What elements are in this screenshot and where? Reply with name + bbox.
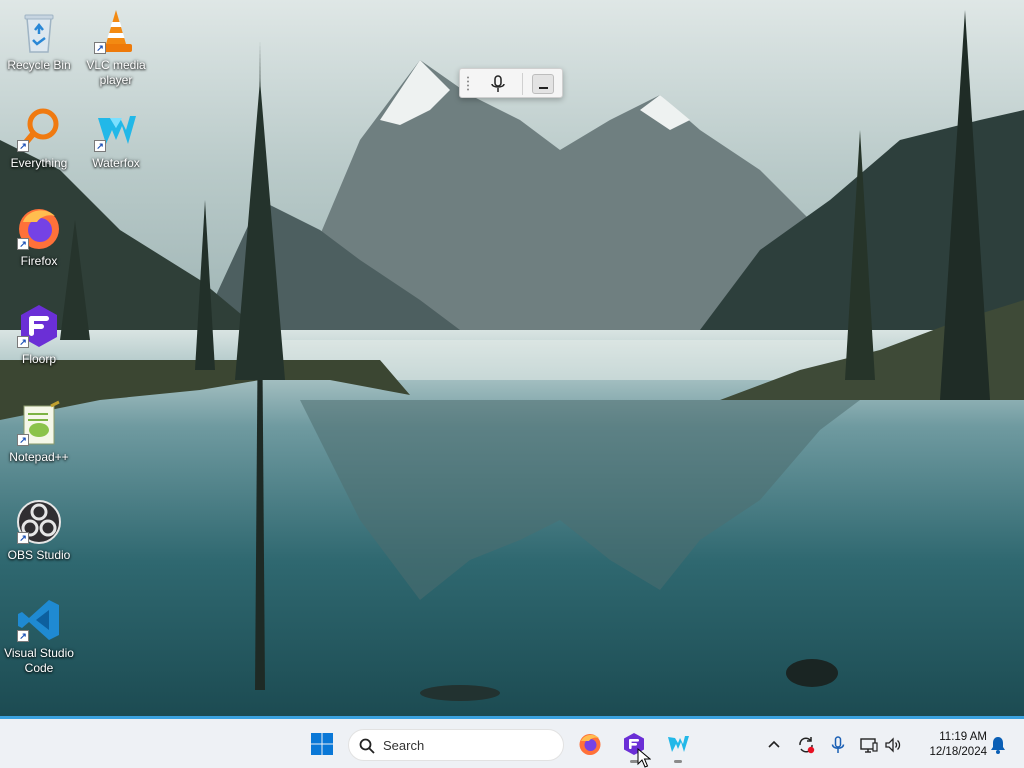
taskbar-app-firefox[interactable] (570, 724, 610, 764)
desktop[interactable]: Recycle Bin ↗ VLC media player ↗ Everyth… (0, 0, 1024, 716)
clock-time: 11:19 AM (939, 731, 987, 743)
waterfox-icon (668, 736, 689, 752)
voice-access-toolbar[interactable] (459, 68, 563, 98)
show-hidden-icons-button[interactable] (764, 735, 784, 755)
drag-grip-icon[interactable] (466, 76, 470, 92)
notification-center-button[interactable] (988, 735, 1008, 755)
shortcut-arrow-icon: ↗ (17, 336, 29, 348)
network-tray[interactable] (859, 735, 879, 755)
taskbar: Search 11:19 AM 12/18/2024 (0, 716, 1024, 768)
shortcut-arrow-icon: ↗ (94, 140, 106, 152)
network-icon (860, 738, 878, 753)
desktop-icon-vlc[interactable]: ↗ VLC media player (78, 8, 154, 88)
search-icon (359, 738, 375, 754)
microphone-icon (831, 736, 845, 753)
everything-icon: ↗ (15, 106, 63, 154)
desktop-icon-obs[interactable]: ↗ OBS Studio (1, 498, 77, 563)
desktop-icon-firefox[interactable]: ↗ Firefox (1, 204, 77, 269)
taskbar-app-waterfox[interactable] (658, 724, 698, 764)
desktop-icon-label: Floorp (21, 352, 56, 366)
bell-icon (991, 737, 1005, 754)
vscode-icon: ↗ (15, 596, 63, 644)
shortcut-arrow-icon: ↗ (17, 630, 29, 642)
firefox-icon: ↗ (15, 204, 63, 252)
shortcut-arrow-icon: ↗ (17, 434, 29, 446)
clock-date: 12/18/2024 (929, 746, 987, 758)
microphone-tray[interactable] (828, 735, 848, 755)
desktop-icon-label: Notepad++ (9, 450, 69, 464)
obs-icon: ↗ (15, 498, 63, 546)
mouse-cursor-icon (637, 748, 651, 768)
chevron-up-icon (768, 740, 780, 748)
recycle-bin-icon (15, 8, 63, 56)
desktop-icon-notepadpp[interactable]: ↗ Notepad++ (1, 400, 77, 465)
desktop-icon-label: VLC media player (86, 58, 146, 87)
desktop-icon-label: Everything (10, 156, 68, 170)
desktop-icon-label: Firefox (20, 254, 58, 268)
volume-tray[interactable] (883, 735, 903, 755)
shortcut-arrow-icon: ↗ (94, 42, 106, 54)
shortcut-arrow-icon: ↗ (17, 238, 29, 250)
taskbar-search-box[interactable]: Search (348, 729, 564, 761)
shortcut-arrow-icon: ↗ (17, 532, 29, 544)
desktop-icon-label: Visual Studio Code (4, 646, 74, 675)
desktop-icon-waterfox[interactable]: ↗ Waterfox (78, 106, 154, 171)
vlc-icon: ↗ (92, 8, 140, 56)
desktop-icon-label: Waterfox (92, 156, 140, 170)
notepadpp-icon: ↗ (15, 400, 63, 448)
desktop-icon-recycle-bin[interactable]: Recycle Bin (1, 8, 77, 73)
toolbar-divider (522, 73, 523, 95)
windows-start-icon (311, 733, 333, 755)
minimize-button[interactable] (532, 74, 554, 94)
desktop-icon-label: Recycle Bin (7, 58, 71, 72)
start-button[interactable] (302, 724, 342, 764)
running-indicator (674, 760, 682, 763)
desktop-icon-vscode[interactable]: ↗ Visual Studio Code (1, 596, 77, 676)
windows-update-tray[interactable] (796, 735, 816, 755)
desktop-icon-everything[interactable]: ↗ Everything (1, 106, 77, 171)
firefox-icon (579, 734, 601, 755)
microphone-icon[interactable] (488, 74, 508, 94)
desktop-icon-label: OBS Studio (7, 548, 71, 562)
search-placeholder: Search (383, 738, 425, 753)
floorp-icon: ↗ (15, 302, 63, 350)
waterfox-icon: ↗ (92, 106, 140, 154)
shortcut-arrow-icon: ↗ (17, 140, 29, 152)
volume-icon (885, 737, 901, 753)
update-icon (799, 737, 815, 754)
desktop-icon-floorp[interactable]: ↗ Floorp (1, 302, 77, 367)
clock[interactable]: 11:19 AM 12/18/2024 (915, 730, 987, 760)
